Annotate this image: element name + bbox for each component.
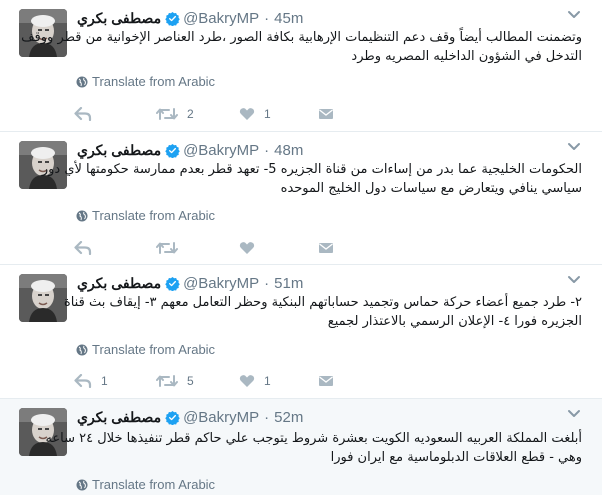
verified-badge-icon: [165, 276, 180, 291]
reply-icon: [74, 374, 92, 388]
chevron-down-icon[interactable]: [567, 409, 581, 419]
verified-badge-icon: [165, 143, 180, 158]
tweet-actions: 1 5 1: [74, 371, 374, 391]
direct-message-button[interactable]: [318, 104, 334, 124]
tweet-text: الحكومات الخليجية عما بدر من إساءات من ق…: [41, 162, 582, 196]
retweet-button[interactable]: 2: [156, 104, 194, 124]
reply-count: 1: [101, 374, 108, 388]
globe-icon: [76, 76, 88, 88]
retweet-button[interactable]: 5: [156, 371, 194, 391]
like-button[interactable]: [239, 238, 264, 258]
like-button[interactable]: 1: [239, 104, 271, 124]
retweet-button[interactable]: [156, 238, 187, 258]
retweet-icon: [156, 107, 178, 121]
chevron-down-icon[interactable]: [567, 142, 581, 152]
heart-icon: [239, 241, 255, 255]
globe-icon: [76, 210, 88, 222]
reply-icon: [74, 107, 92, 121]
display-name[interactable]: مصطفى بكري: [77, 409, 161, 426]
tweet-text: وتضمنت المطالب أيضاً وقف دعم التنظيمات ا…: [21, 30, 582, 64]
tweet[interactable]: مصطفى بكري @BakryMP · 48m الحكومات الخلي…: [0, 132, 602, 265]
separator: ·: [264, 408, 270, 426]
like-button[interactable]: 1: [239, 371, 271, 391]
chevron-down-icon[interactable]: [567, 10, 581, 20]
tweet[interactable]: مصطفى بكري @BakryMP · 45m وتضمنت المطالب…: [0, 0, 602, 132]
direct-message-button[interactable]: [318, 238, 334, 258]
separator: ·: [264, 9, 270, 27]
separator: ·: [264, 274, 270, 292]
verified-badge-icon: [165, 11, 180, 26]
translate-label[interactable]: Translate from Arabic: [92, 477, 215, 492]
translate-label[interactable]: Translate from Arabic: [92, 208, 215, 223]
timestamp[interactable]: 45m: [274, 10, 303, 27]
display-name[interactable]: مصطفى بكري: [77, 275, 161, 292]
username[interactable]: @BakryMP: [183, 10, 259, 27]
tweet-actions: 2 1: [74, 104, 374, 124]
reply-button[interactable]: [74, 238, 101, 258]
username[interactable]: @BakryMP: [183, 409, 259, 426]
reply-button[interactable]: 1: [74, 371, 108, 391]
translate-label[interactable]: Translate from Arabic: [92, 74, 215, 89]
username[interactable]: @BakryMP: [183, 142, 259, 159]
retweet-icon: [156, 374, 178, 388]
display-name[interactable]: مصطفى بكري: [77, 10, 161, 27]
tweet-header: مصطفى بكري @BakryMP · 45m: [77, 8, 303, 28]
envelope-icon: [318, 107, 334, 121]
separator: ·: [264, 141, 270, 159]
tweet-header: مصطفى بكري @BakryMP · 48m: [77, 140, 303, 160]
retweet-icon: [156, 241, 178, 255]
translate-label[interactable]: Translate from Arabic: [92, 342, 215, 357]
tweet-header: مصطفى بكري @BakryMP · 51m: [77, 273, 303, 293]
tweet-text: ٢- طرد جميع أعضاء حركة حماس وتجميد حسابا…: [63, 295, 582, 329]
username[interactable]: @BakryMP: [183, 275, 259, 292]
translate-link[interactable]: Translate from Arabic: [76, 477, 215, 492]
like-count: 1: [264, 374, 271, 388]
translate-link[interactable]: Translate from Arabic: [76, 74, 215, 89]
translate-link[interactable]: Translate from Arabic: [76, 208, 215, 223]
tweet-header: مصطفى بكري @BakryMP · 52m: [77, 407, 303, 427]
direct-message-button[interactable]: [318, 371, 334, 391]
tweet-text: أبلغت المملكة العربيه السعوديه الكويت بع…: [45, 431, 582, 465]
chevron-down-icon[interactable]: [567, 275, 581, 285]
display-name[interactable]: مصطفى بكري: [77, 142, 161, 159]
heart-icon: [239, 107, 255, 121]
tweet-actions: [74, 238, 374, 258]
timestamp[interactable]: 48m: [274, 142, 303, 159]
reply-icon: [74, 241, 92, 255]
translate-link[interactable]: Translate from Arabic: [76, 342, 215, 357]
tweet[interactable]: مصطفى بكري @BakryMP · 52m أبلغت المملكة …: [0, 399, 602, 495]
globe-icon: [76, 479, 88, 491]
tweet[interactable]: مصطفى بكري @BakryMP · 51m ٢- طرد جميع أع…: [0, 265, 602, 399]
reply-button[interactable]: [74, 104, 101, 124]
heart-icon: [239, 374, 255, 388]
like-count: 1: [264, 107, 271, 121]
retweet-count: 2: [187, 107, 194, 121]
timestamp[interactable]: 51m: [274, 275, 303, 292]
envelope-icon: [318, 374, 334, 388]
retweet-count: 5: [187, 374, 194, 388]
verified-badge-icon: [165, 410, 180, 425]
globe-icon: [76, 344, 88, 356]
timestamp[interactable]: 52m: [274, 409, 303, 426]
envelope-icon: [318, 241, 334, 255]
